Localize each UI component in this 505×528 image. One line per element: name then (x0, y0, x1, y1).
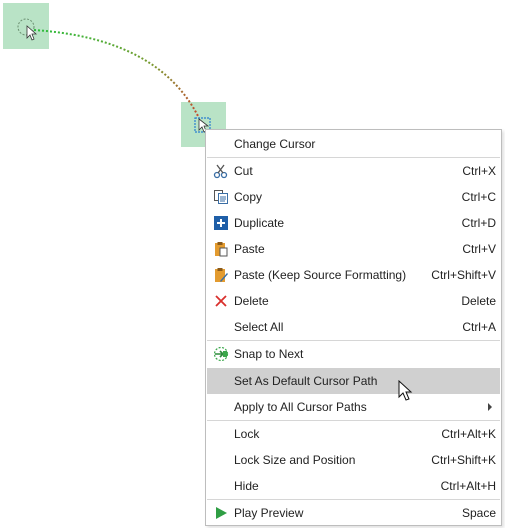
paste-formatting-icon (213, 267, 229, 283)
menu-item-play-preview[interactable]: Play Preview Space (207, 500, 500, 526)
menu-item-select-all[interactable]: Select All Ctrl+A (207, 314, 500, 340)
delete-x-icon (213, 293, 229, 309)
paste-icon (213, 241, 229, 257)
menu-item-label: Lock (234, 427, 260, 441)
menu-item-shortcut: Ctrl+Alt+K (441, 427, 496, 441)
duplicate-icon (213, 215, 229, 231)
menu-item-shortcut: Ctrl+C (461, 190, 496, 204)
menu-item-label: Hide (234, 479, 259, 493)
pointer-icon (398, 380, 413, 401)
menu-item-paste-keep-source[interactable]: Paste (Keep Source Formatting) Ctrl+Shif… (207, 262, 500, 288)
menu-item-set-default-cursor-path[interactable]: Set As Default Cursor Path (207, 368, 500, 394)
menu-item-shortcut: Ctrl+A (462, 320, 496, 334)
menu-item-shortcut: Ctrl+V (462, 242, 496, 256)
menu-item-shortcut: Ctrl+D (461, 216, 496, 230)
menu-item-paste[interactable]: Paste Ctrl+V (207, 236, 500, 262)
menu-item-shortcut: Ctrl+Shift+V (431, 268, 496, 282)
menu-item-label: Paste (234, 242, 265, 256)
snap-arrow-icon (213, 346, 229, 362)
menu-item-cut[interactable]: Cut Ctrl+X (207, 158, 500, 184)
menu-item-label: Copy (234, 190, 263, 204)
menu-item-shortcut: Delete (461, 294, 496, 308)
context-menu: Change Cursor Cut Ctrl+X Copy Ctrl+C Dup… (205, 129, 502, 526)
copy-icon (213, 189, 229, 205)
menu-item-shortcut: Ctrl+Shift+K (431, 453, 496, 467)
scissors-icon (213, 163, 229, 179)
menu-item-hide[interactable]: Hide Ctrl+Alt+H (207, 473, 500, 499)
menu-item-snap-to-next[interactable]: Snap to Next (207, 341, 500, 367)
menu-item-shortcut: Ctrl+X (462, 164, 496, 178)
menu-item-lock[interactable]: Lock Ctrl+Alt+K (207, 421, 500, 447)
menu-item-label: Select All (234, 320, 284, 334)
menu-item-label: Snap to Next (234, 347, 304, 361)
menu-item-change-cursor[interactable]: Change Cursor (207, 131, 500, 157)
menu-item-label: Cut (234, 164, 253, 178)
menu-item-apply-to-all-cursor-paths[interactable]: Apply to All Cursor Paths (207, 394, 500, 420)
menu-item-label: Apply to All Cursor Paths (234, 400, 367, 414)
menu-item-label: Play Preview (234, 506, 304, 520)
menu-item-lock-size-position[interactable]: Lock Size and Position Ctrl+Shift+K (207, 447, 500, 473)
menu-item-shortcut: Space (461, 506, 496, 520)
submenu-arrow-icon (488, 403, 492, 411)
menu-item-label: Paste (Keep Source Formatting) (234, 268, 407, 282)
menu-item-label: Duplicate (234, 216, 285, 230)
menu-item-shortcut: Ctrl+Alt+H (440, 479, 496, 493)
menu-item-label: Lock Size and Position (234, 453, 356, 467)
menu-item-duplicate[interactable]: Duplicate Ctrl+D (207, 210, 500, 236)
menu-item-delete[interactable]: Delete Delete (207, 288, 500, 314)
play-icon (213, 505, 229, 521)
menu-item-label: Delete (234, 294, 269, 308)
menu-item-label: Change Cursor (234, 137, 316, 151)
menu-item-label: Set As Default Cursor Path (234, 374, 378, 388)
menu-item-copy[interactable]: Copy Ctrl+C (207, 184, 500, 210)
cursor-start-icon (17, 18, 38, 41)
